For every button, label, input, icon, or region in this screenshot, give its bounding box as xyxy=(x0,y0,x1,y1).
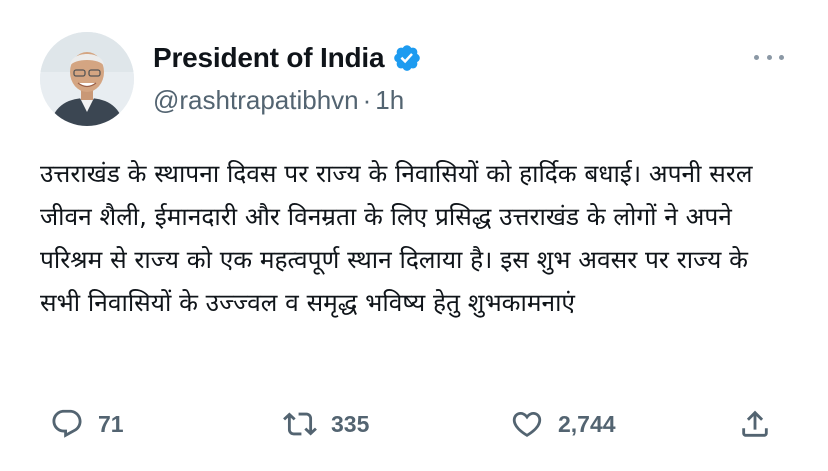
more-options-icon[interactable] xyxy=(754,50,784,64)
retweet-count: 335 xyxy=(331,410,370,437)
handle-row: @rashtrapatibhvn · 1h xyxy=(153,85,404,116)
action-bar: 71 335 2,744 xyxy=(0,402,828,446)
heart-icon xyxy=(512,411,542,437)
retweet-button[interactable]: 335 xyxy=(283,402,369,446)
like-count: 2,744 xyxy=(558,410,616,437)
avatar-image xyxy=(40,32,134,126)
share-button[interactable] xyxy=(738,402,772,446)
reply-icon xyxy=(52,409,82,438)
name-row: President of India xyxy=(153,42,422,74)
retweet-icon xyxy=(283,412,317,436)
user-handle[interactable]: @rashtrapatibhvn xyxy=(153,85,359,116)
timestamp[interactable]: 1h xyxy=(375,85,404,116)
like-button[interactable]: 2,744 xyxy=(510,402,616,446)
reply-button[interactable]: 71 xyxy=(50,402,124,446)
reply-count: 71 xyxy=(98,410,124,437)
avatar[interactable] xyxy=(40,32,134,126)
tweet-card: President of India @rashtrapatibhvn · 1h… xyxy=(0,0,828,471)
share-icon xyxy=(742,410,768,437)
separator: · xyxy=(362,85,372,115)
display-name[interactable]: President of India xyxy=(153,42,385,74)
verified-badge-icon xyxy=(392,43,422,73)
tweet-text: उत्तराखंड के स्थापना दिवस पर राज्य के नि… xyxy=(40,159,761,317)
